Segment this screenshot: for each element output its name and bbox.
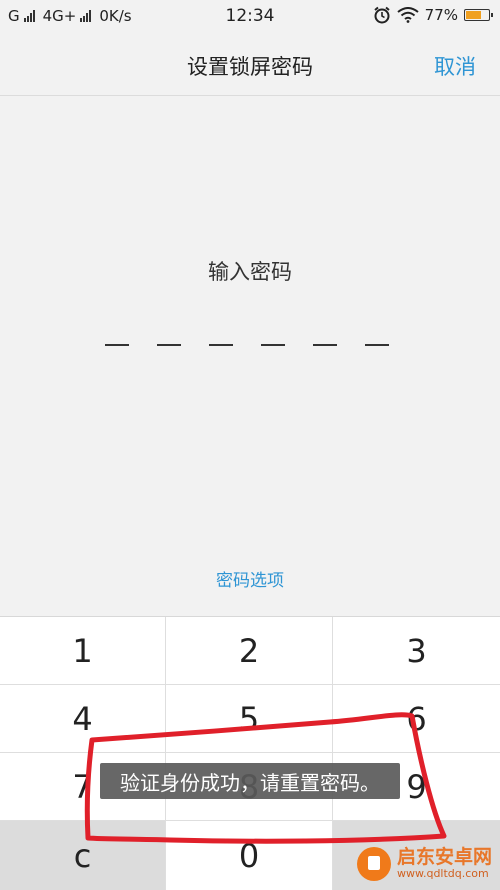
status-bar: G 4G+ 0K/s 12:34 77% [0,0,500,33]
password-options-link[interactable]: 密码选项 [0,566,500,591]
pin-digit-placeholder [261,344,285,346]
cancel-button[interactable]: 取消 [434,51,476,81]
toast-message: 验证身份成功，请重置密码。 [100,763,400,799]
status-right: 77% [373,6,493,24]
header: 设置锁屏密码 取消 [0,33,500,96]
wifi-icon [397,7,419,23]
page-title: 设置锁屏密码 [187,55,313,79]
enter-password-prompt: 输入密码 [208,260,292,284]
watermark-logo-icon [356,847,391,881]
key-5[interactable]: 5 [166,685,333,753]
watermark: 启东安卓网 www.qdltdq.com [356,846,492,881]
key-6[interactable]: 6 [333,685,500,753]
pin-digit-placeholder [313,344,337,346]
pin-digit-placeholder [209,344,233,346]
pin-digit-placeholder [365,344,389,346]
alarm-icon [374,6,390,24]
battery-icon [464,9,493,21]
key-clear[interactable]: c [0,821,166,890]
key-1[interactable]: 1 [0,617,166,685]
pin-digit-placeholder [157,344,181,346]
watermark-url: www.qdltdq.com [396,867,489,881]
key-3[interactable]: 3 [333,617,500,685]
watermark-name: 启东安卓网 [396,846,492,869]
battery-fill [466,11,482,19]
pin-indicator [105,344,389,346]
key-4[interactable]: 4 [0,685,166,753]
pin-digit-placeholder [105,344,129,346]
key-0[interactable]: 0 [166,821,333,890]
battery-percent: 77% [424,6,458,24]
key-2[interactable]: 2 [166,617,333,685]
